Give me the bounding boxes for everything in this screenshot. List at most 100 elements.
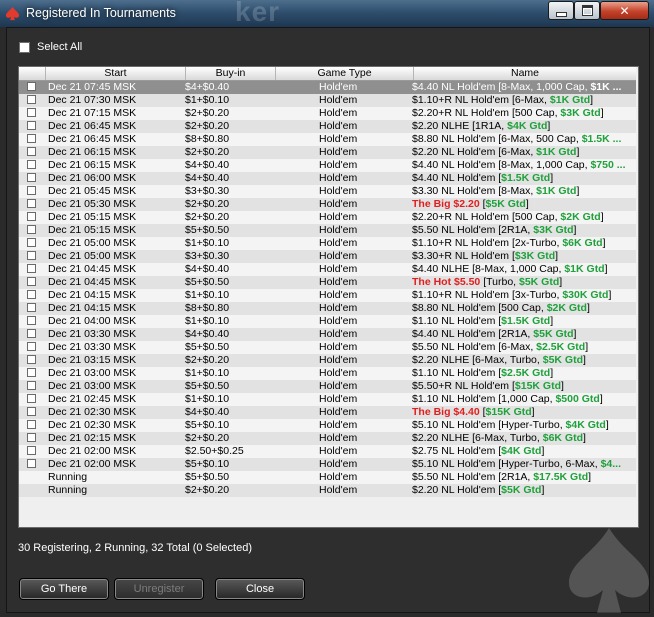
row-checkbox[interactable] — [27, 186, 36, 195]
table-row[interactable]: Dec 21 06:45 MSK $8+$0.80 Hold'em $8.80 NL … — [19, 133, 636, 146]
name-segment: $15K Gtd — [485, 406, 532, 418]
row-checkbox[interactable] — [27, 108, 36, 117]
table-row[interactable]: Dec 21 05:30 MSK $2+$0.20 Hold'em The Big $… — [19, 198, 636, 211]
table-row[interactable]: Running $5+$0.50 Hold'em $5.50 NL Hold'em [… — [19, 471, 636, 484]
go-there-button[interactable]: Go There — [19, 578, 109, 600]
row-checkbox[interactable] — [27, 407, 36, 416]
spade-watermark-icon — [569, 528, 649, 613]
row-start-time: Running — [48, 484, 88, 496]
row-checkbox[interactable] — [27, 147, 36, 156]
row-start-time: Dec 21 07:30 MSK — [48, 94, 137, 106]
row-start-time: Dec 21 04:15 MSK — [48, 302, 137, 314]
row-checkbox[interactable] — [27, 316, 36, 325]
table-row[interactable]: Dec 21 05:15 MSK $2+$0.20 Hold'em $2.20+R N… — [19, 211, 636, 224]
table-row[interactable]: Dec 21 05:00 MSK $1+$0.10 Hold'em $1.10+R N… — [19, 237, 636, 250]
table-row[interactable]: Dec 21 02:30 MSK $5+$0.10 Hold'em $5.10 NL … — [19, 419, 636, 432]
row-checkbox[interactable] — [27, 459, 36, 468]
minimize-button[interactable] — [548, 1, 574, 20]
maximize-button[interactable] — [574, 1, 600, 20]
row-checkbox[interactable] — [27, 420, 36, 429]
name-segment: ] — [573, 328, 577, 340]
table-row[interactable]: Dec 21 07:15 MSK $2+$0.20 Hold'em $2.20+R N… — [19, 107, 636, 120]
table-row[interactable]: Dec 21 04:45 MSK $5+$0.50 Hold'em The Hot $… — [19, 276, 636, 289]
row-checkbox[interactable] — [27, 264, 36, 273]
header-buyin[interactable]: Buy-in — [186, 67, 276, 80]
header-name[interactable]: Name — [414, 67, 636, 80]
row-checkbox[interactable] — [27, 277, 36, 286]
name-segment: $5.10 NL Hold'em [Hyper-Turbo, — [412, 419, 566, 431]
row-start-time: Dec 21 03:00 MSK — [48, 367, 137, 379]
name-segment: $1.10 NL Hold'em [1,000 Cap, — [412, 393, 556, 405]
row-checkbox[interactable] — [27, 134, 36, 143]
table-row[interactable]: Dec 21 06:00 MSK $4+$0.40 Hold'em $4.40 NL … — [19, 172, 636, 185]
row-tournament-name: The Hot $5.50 [Turbo, $5K Gtd] — [412, 276, 634, 289]
row-checkbox[interactable] — [27, 238, 36, 247]
close-button[interactable]: Close — [215, 578, 305, 600]
select-all-checkbox[interactable] — [19, 41, 30, 53]
table-row[interactable]: Dec 21 06:45 MSK $2+$0.20 Hold'em $2.20 NLH… — [19, 120, 636, 133]
unregister-button[interactable]: Unregister — [114, 578, 204, 600]
table-row[interactable]: Dec 21 06:15 MSK $4+$0.40 Hold'em $4.40 NL … — [19, 159, 636, 172]
row-checkbox[interactable] — [27, 212, 36, 221]
row-checkbox[interactable] — [27, 290, 36, 299]
select-all-control[interactable]: Select All — [19, 41, 82, 53]
table-row[interactable]: Dec 21 02:45 MSK $1+$0.10 Hold'em $1.10 NL … — [19, 393, 636, 406]
table-row[interactable]: Dec 21 05:45 MSK $3+$0.30 Hold'em $3.30 NL … — [19, 185, 636, 198]
table-row[interactable]: Dec 21 07:30 MSK $1+$0.10 Hold'em $1.10+R N… — [19, 94, 636, 107]
row-start-time: Dec 21 04:00 MSK — [48, 315, 137, 327]
table-row[interactable]: Dec 21 05:15 MSK $5+$0.50 Hold'em $5.50 NL … — [19, 224, 636, 237]
row-checkbox[interactable] — [27, 394, 36, 403]
name-segment: ] — [573, 224, 577, 236]
table-row[interactable]: Dec 21 03:00 MSK $1+$0.10 Hold'em $1.10 NL … — [19, 367, 636, 380]
name-segment: ] — [602, 237, 606, 249]
row-checkbox[interactable] — [27, 381, 36, 390]
name-segment: $1K ... — [590, 81, 622, 93]
close-window-button[interactable]: ✕ — [600, 1, 649, 20]
row-checkbox[interactable] — [27, 199, 36, 208]
row-checkbox[interactable] — [27, 355, 36, 364]
row-checkbox[interactable] — [27, 329, 36, 338]
title-bar[interactable]: ker Registered In Tournaments ✕ — [0, 0, 654, 27]
name-segment: $5.50 NL Hold'em [2R1A, — [412, 471, 534, 483]
row-start-time: Dec 21 04:45 MSK — [48, 263, 137, 275]
table-row[interactable]: Dec 21 02:15 MSK $2+$0.20 Hold'em $2.20 NLH… — [19, 432, 636, 445]
header-start[interactable]: Start — [46, 67, 186, 80]
table-row[interactable]: Dec 21 03:30 MSK $5+$0.50 Hold'em $5.50 NL … — [19, 341, 636, 354]
name-segment: $2.20+R NL Hold'em [500 Cap, — [412, 107, 561, 119]
row-checkbox[interactable] — [27, 433, 36, 442]
row-game-type: Hold'em — [319, 341, 358, 353]
row-start-time: Dec 21 06:45 MSK — [48, 133, 137, 145]
table-row[interactable]: Dec 21 04:00 MSK $1+$0.10 Hold'em $1.10 NL … — [19, 315, 636, 328]
table-row[interactable]: Dec 21 02:00 MSK $5+$0.10 Hold'em $5.10 NL … — [19, 458, 636, 471]
table-row[interactable]: Dec 21 05:00 MSK $3+$0.30 Hold'em $3.30+R N… — [19, 250, 636, 263]
header-checkbox-column[interactable] — [19, 67, 46, 80]
table-row[interactable]: Dec 21 04:15 MSK $1+$0.10 Hold'em $1.10+R N… — [19, 289, 636, 302]
row-checkbox[interactable] — [27, 342, 36, 351]
row-checkbox[interactable] — [27, 95, 36, 104]
row-checkbox[interactable] — [27, 446, 36, 455]
table-row[interactable]: Dec 21 03:30 MSK $4+$0.40 Hold'em $4.40 NL … — [19, 328, 636, 341]
table-row[interactable]: Dec 21 03:00 MSK $5+$0.50 Hold'em $5.50+R N… — [19, 380, 636, 393]
header-game-type[interactable]: Game Type — [276, 67, 414, 80]
table-row[interactable]: Dec 21 04:15 MSK $8+$0.80 Hold'em $8.80 NL … — [19, 302, 636, 315]
row-start-time: Dec 21 02:30 MSK — [48, 406, 137, 418]
row-checkbox[interactable] — [27, 160, 36, 169]
row-tournament-name: $8.80 NL Hold'em [6-Max, 500 Cap, $1.5K … — [412, 133, 634, 146]
table-row[interactable]: Dec 21 03:15 MSK $2+$0.20 Hold'em $2.20 NLH… — [19, 354, 636, 367]
table-row[interactable]: Dec 21 02:00 MSK $2.50+$0.25 Hold'em $2.75 … — [19, 445, 636, 458]
row-checkbox[interactable] — [27, 225, 36, 234]
row-checkbox[interactable] — [27, 82, 36, 91]
table-row[interactable]: Dec 21 02:30 MSK $4+$0.40 Hold'em The Big $… — [19, 406, 636, 419]
row-checkbox[interactable] — [27, 173, 36, 182]
table-row[interactable]: Dec 21 04:45 MSK $4+$0.40 Hold'em $4.40 NLH… — [19, 263, 636, 276]
name-segment: $2.20+R NL Hold'em [500 Cap, — [412, 211, 561, 223]
row-buyin: $5+$0.50 — [185, 380, 230, 392]
row-checkbox[interactable] — [27, 303, 36, 312]
row-checkbox[interactable] — [27, 121, 36, 130]
row-checkbox[interactable] — [27, 251, 36, 260]
table-row[interactable]: Dec 21 06:15 MSK $2+$0.20 Hold'em $2.20 NL … — [19, 146, 636, 159]
table-row[interactable]: Running $2+$0.20 Hold'em $2.20 NL Hold'em [… — [19, 484, 636, 497]
table-row[interactable]: Dec 21 07:45 MSK $4+$0.40 Hold'em $4.40 NL … — [19, 81, 636, 94]
row-start-time: Dec 21 03:15 MSK — [48, 354, 137, 366]
row-checkbox[interactable] — [27, 368, 36, 377]
